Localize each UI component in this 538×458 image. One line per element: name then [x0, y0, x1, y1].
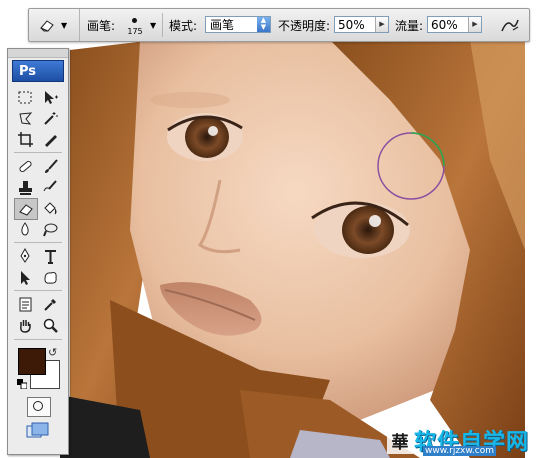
eyedropper-icon[interactable]	[39, 294, 61, 314]
eraser-tool-active-icon[interactable]	[14, 198, 38, 220]
move-icon[interactable]	[39, 87, 61, 107]
toolbox-grip[interactable]	[8, 49, 68, 58]
separator	[162, 13, 163, 37]
blur-icon[interactable]	[14, 219, 36, 239]
brush-dropdown-icon[interactable]: ▼	[150, 9, 156, 41]
flow-label: 流量:	[395, 18, 424, 33]
custom-shape-icon[interactable]	[39, 267, 61, 287]
healing-brush-icon[interactable]	[14, 156, 36, 176]
brush-size: 175	[127, 27, 143, 36]
type-icon[interactable]	[39, 246, 61, 266]
dodge-icon[interactable]	[39, 219, 61, 239]
watermark-logo: 華	[387, 430, 413, 454]
opacity-field[interactable]: 50% ▶	[334, 16, 389, 33]
mode-label: 模式:	[169, 18, 198, 33]
pen-icon[interactable]	[14, 246, 36, 266]
magic-wand-icon[interactable]	[39, 108, 61, 128]
path-selection-icon[interactable]	[14, 267, 36, 287]
opacity-label: 不透明度:	[278, 18, 331, 33]
flow-slider-button[interactable]: ▶	[468, 17, 481, 32]
options-bar: ▼ 画笔: 175 ▼ 模式: 画笔 ▲ ▼ 不透明度: 50% ▶ 流量: 60…	[28, 8, 530, 42]
chevron-down-icon: ▼	[61, 20, 68, 30]
clone-stamp-icon[interactable]	[14, 177, 36, 197]
toolbox-divider	[14, 242, 62, 243]
toolbox-divider	[14, 152, 62, 153]
toolbox-divider	[14, 339, 62, 340]
brush-tip-icon	[132, 18, 137, 23]
paint-bucket-icon[interactable]	[39, 198, 61, 218]
screen-mode-icon[interactable]	[26, 422, 50, 440]
airbrush-icon[interactable]	[499, 15, 521, 35]
notes-icon[interactable]	[14, 294, 36, 314]
hand-icon[interactable]	[14, 315, 36, 335]
swap-colors-icon[interactable]: ↺	[48, 346, 57, 359]
opacity-slider-button[interactable]: ▶	[375, 17, 388, 32]
quick-mask-icon[interactable]	[27, 397, 51, 417]
brush-picker[interactable]: 175	[123, 13, 147, 37]
eraser-icon	[40, 20, 54, 32]
crop-icon[interactable]	[14, 129, 36, 149]
svg-text:華: 華	[392, 433, 409, 453]
history-brush-icon[interactable]	[39, 177, 61, 197]
tool-preset-picker[interactable]: ▼	[33, 9, 80, 41]
toolbox-divider	[14, 290, 62, 291]
canvas-artwork[interactable]	[0, 0, 538, 458]
select-arrows-icon: ▲ ▼	[257, 17, 270, 32]
brush-label: 画笔:	[87, 18, 116, 33]
zoom-icon[interactable]	[39, 315, 61, 335]
slice-icon[interactable]	[39, 129, 61, 149]
opacity-value: 50%	[338, 18, 365, 32]
mode-select[interactable]: 画笔 ▲ ▼	[205, 16, 271, 33]
flow-field[interactable]: 60% ▶	[427, 16, 482, 33]
flow-value: 60%	[431, 18, 458, 32]
lasso-icon[interactable]	[14, 108, 36, 128]
brush-icon[interactable]	[39, 156, 61, 176]
marquee-icon[interactable]	[14, 87, 36, 107]
toolbox: Ps ↺	[7, 48, 69, 455]
default-colors-icon[interactable]	[17, 379, 27, 389]
ps-logo[interactable]: Ps	[12, 60, 64, 82]
watermark-url: www.rjzxw.com	[423, 446, 496, 456]
foreground-color-swatch[interactable]	[18, 348, 46, 375]
mode-value: 画笔	[210, 18, 235, 32]
